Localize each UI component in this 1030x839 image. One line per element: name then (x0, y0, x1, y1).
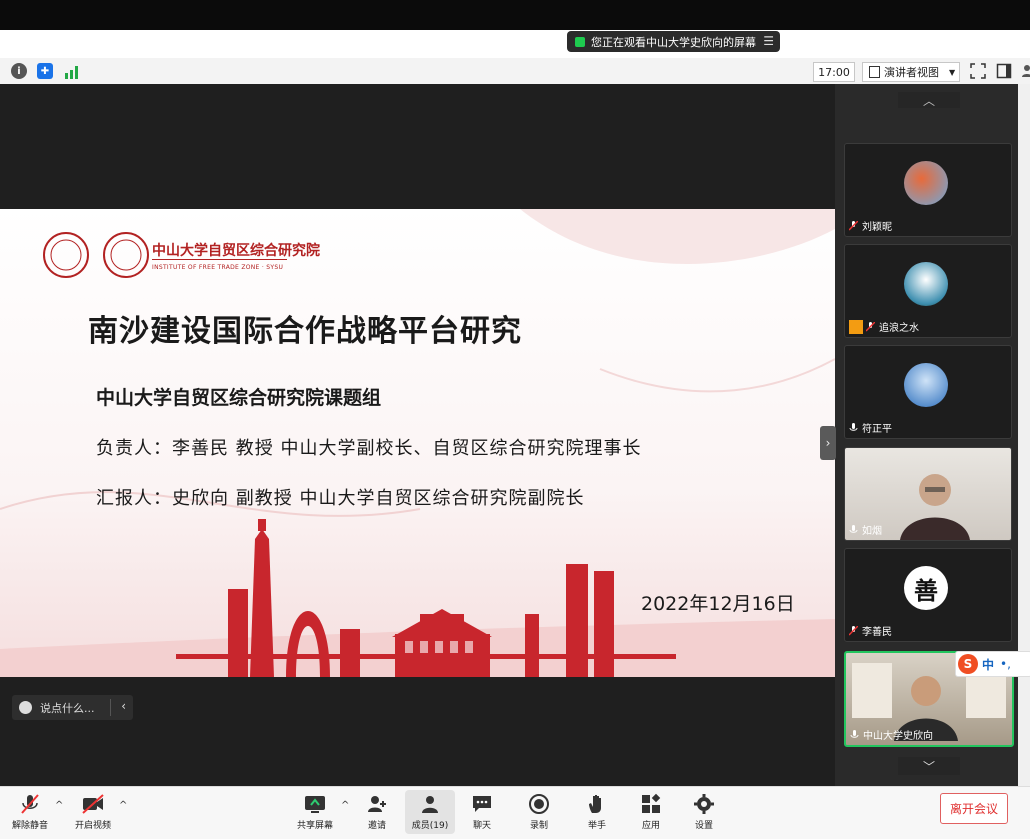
shield-icon[interactable]: ✚ (37, 63, 53, 79)
start-video-button[interactable]: 开启视频 (68, 790, 118, 834)
participant-tile[interactable]: 追浪之水 (844, 244, 1012, 338)
slide-reporter-line: 汇报人：史欣向 副教授 中山大学自贸区综合研究院副院长 (96, 488, 585, 509)
mic-muted-icon (848, 219, 859, 231)
mic-muted-icon (848, 624, 859, 636)
settings-button[interactable]: 设置 (679, 790, 729, 834)
raise-hand-button[interactable]: 举手 (572, 790, 622, 834)
mic-icon (850, 729, 859, 740)
window-edge (1018, 84, 1030, 786)
fullscreen-icon[interactable] (970, 63, 986, 79)
host-badge-icon (849, 319, 863, 334)
top-black-bar (0, 0, 1030, 30)
mic-muted-icon (865, 320, 876, 332)
chevron-down-icon: ▼ (949, 67, 956, 77)
slide-date: 2022年12月16日 (641, 593, 795, 615)
video-feed (900, 474, 970, 540)
chat-quick-input[interactable]: 说点什么... ‹ (12, 695, 133, 720)
raise-hand-label: 举手 (587, 821, 606, 831)
sharing-indicator-icon (575, 36, 585, 47)
settings-label: 设置 (694, 821, 713, 831)
avatar (904, 363, 948, 407)
apps-label: 应用 (641, 821, 660, 831)
panel-icon[interactable] (996, 63, 1012, 79)
start-video-label: 开启视频 (74, 821, 111, 831)
members-button[interactable]: 成员(19) (405, 790, 455, 834)
apps-icon (640, 793, 662, 815)
info-icon[interactable]: i (11, 63, 27, 79)
chat-label: 聊天 (472, 821, 491, 831)
avatar: 善 (904, 566, 948, 610)
chat-placeholder: 说点什么... (40, 701, 95, 715)
signal-icon[interactable] (64, 64, 80, 79)
list-icon[interactable]: ☰ (763, 34, 774, 48)
apps-button[interactable]: 应用 (626, 790, 676, 834)
chevron-up-icon[interactable]: ^ (55, 800, 63, 811)
unmute-button[interactable]: 解除静音 (5, 790, 55, 834)
avatar (904, 161, 948, 205)
view-mode-label: 演讲者视图 (884, 66, 939, 79)
gear-icon (693, 793, 715, 815)
sogou-ime-icon: S (958, 654, 978, 674)
record-label: 录制 (529, 821, 548, 831)
chevron-up-icon[interactable]: ^ (341, 800, 349, 811)
share-banner-text: 您正在观看中山大学史欣向的屏幕 (591, 35, 756, 49)
layout-icon (869, 66, 880, 78)
participant-name: 追浪之水 (879, 323, 919, 334)
divider (110, 699, 111, 716)
ime-toolbar[interactable]: S 中 •, (955, 651, 1030, 677)
screen-share-banner[interactable]: 您正在观看中山大学史欣向的屏幕 ☰ (567, 31, 780, 52)
chevron-up-icon[interactable]: ^ (119, 800, 127, 811)
avatar (904, 262, 948, 306)
user-icon[interactable] (1020, 63, 1030, 79)
participant-name: 如烟 (862, 526, 882, 537)
emoji-icon[interactable] (19, 701, 32, 714)
slide-group-name: 中山大学自贸区综合研究院课题组 (96, 387, 382, 409)
institute-logo-en: INSTITUTE OF FREE TRADE ZONE · SYSU (152, 264, 284, 271)
record-button[interactable]: 录制 (514, 790, 564, 834)
participant-name: 符正平 (862, 424, 892, 435)
slide-lead-line: 负责人：李善民 教授 中山大学副校长、自贸区综合研究院理事长 (96, 438, 642, 459)
institute-logo-cn: 中山大学自贸区综合研究院 (152, 243, 320, 259)
view-mode-select[interactable]: 演讲者视图 ▼ (862, 62, 960, 82)
chat-icon (471, 793, 493, 815)
members-icon (419, 793, 441, 815)
chat-button[interactable]: 聊天 (457, 790, 507, 834)
share-banner-strip (0, 30, 1030, 58)
camera-off-icon (82, 793, 104, 815)
participant-video-tile[interactable]: 如烟 (844, 447, 1012, 541)
leave-meeting-button[interactable]: 离开会议 (940, 793, 1008, 824)
ime-mode[interactable]: 中 (982, 656, 994, 673)
hand-icon (586, 793, 608, 815)
add-user-icon (366, 793, 388, 815)
collapse-panel-button[interactable]: › (820, 426, 836, 460)
slide-title: 南沙建设国际合作战略平台研究 (88, 314, 522, 349)
invite-button[interactable]: 邀请 (352, 790, 402, 834)
chevron-left-icon[interactable]: ‹ (121, 699, 126, 713)
mic-muted-icon (19, 793, 41, 815)
participant-name: 李善民 (862, 627, 892, 638)
participant-name: 中山大学史欣向 (863, 731, 933, 742)
participant-name: 刘颖昵 (862, 222, 892, 233)
mic-icon (849, 422, 858, 433)
share-screen-label: 共享屏幕 (296, 821, 333, 831)
presentation-slide: 中山大学自贸区综合研究院 INSTITUTE OF FREE TRADE ZON… (0, 209, 835, 677)
members-label: 成员(19) (411, 821, 449, 831)
participant-tile[interactable]: 善 李善民 (844, 548, 1012, 642)
chevron-down-icon[interactable]: ﹀ (898, 757, 960, 775)
share-screen-button[interactable]: 共享屏幕 (290, 790, 340, 834)
unmute-label: 解除静音 (11, 821, 48, 831)
participant-tile[interactable]: 符正平 (844, 345, 1012, 439)
meeting-timer: 17:00 (813, 62, 855, 82)
participant-tile[interactable]: 刘颖昵 (844, 143, 1012, 237)
punctuation-icon[interactable]: •, (1000, 657, 1011, 671)
record-icon (528, 793, 550, 815)
invite-label: 邀请 (367, 821, 386, 831)
chevron-up-icon[interactable]: ︿ (898, 92, 960, 108)
mic-icon (849, 524, 858, 535)
share-screen-icon (304, 793, 326, 815)
